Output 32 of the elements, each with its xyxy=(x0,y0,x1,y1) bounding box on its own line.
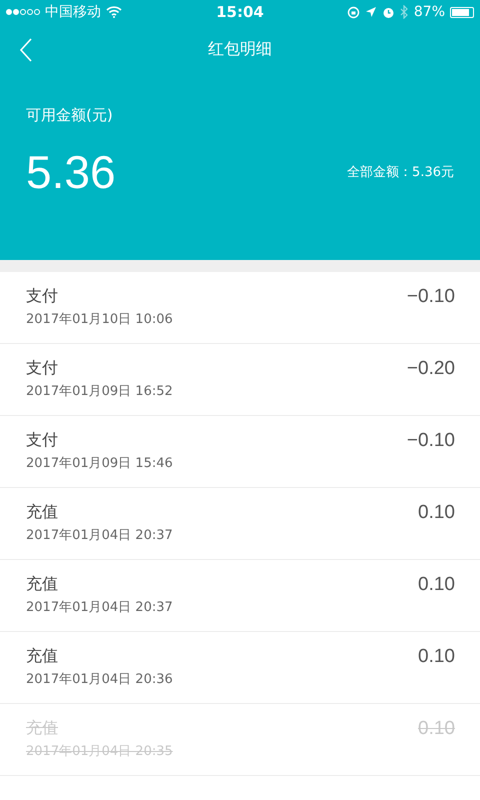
battery-icon xyxy=(450,6,474,18)
record-type: 充值 xyxy=(26,646,59,667)
record-amount: −0.10 xyxy=(406,430,455,453)
balance-amount: 5.36 xyxy=(26,145,116,199)
bluetooth-icon xyxy=(400,5,409,19)
record-time: 2017年01月10日 10:06 xyxy=(26,311,173,328)
record-time: 2017年01月04日 20:37 xyxy=(26,527,173,544)
record-type: 充值 xyxy=(26,502,59,523)
record-time: 2017年01月04日 20:37 xyxy=(26,599,173,616)
record-type: 充值 xyxy=(26,574,59,595)
record-type: 支付 xyxy=(26,286,59,307)
record-amount: 0.10 xyxy=(418,646,455,669)
carrier-name: 中国移动 xyxy=(45,3,101,21)
record-type: 支付 xyxy=(26,358,59,379)
clock: 15:04 xyxy=(216,3,264,21)
record-amount: −0.20 xyxy=(406,358,455,381)
page-title: 红包明细 xyxy=(208,38,272,60)
record-type: 支付 xyxy=(26,430,59,451)
signal-icon xyxy=(6,9,40,15)
location-arrow-icon xyxy=(364,6,377,18)
rotation-lock-icon xyxy=(346,6,360,18)
record-amount: 0.10 xyxy=(418,574,455,597)
record-amount: 0.10 xyxy=(418,502,455,525)
wifi-icon xyxy=(106,6,122,18)
record-time: 2017年01月09日 16:52 xyxy=(26,383,173,400)
alarm-icon xyxy=(382,6,395,18)
balance-label: 可用金额(元) xyxy=(26,106,114,125)
battery-percent: 87% xyxy=(414,4,445,20)
record-amount: −0.10 xyxy=(406,286,455,309)
record-time: 2017年01月04日 20:36 xyxy=(26,671,173,688)
record-time: 2017年01月09日 15:46 xyxy=(26,455,173,472)
total-amount: 全部金额：5.36元 xyxy=(347,164,454,181)
